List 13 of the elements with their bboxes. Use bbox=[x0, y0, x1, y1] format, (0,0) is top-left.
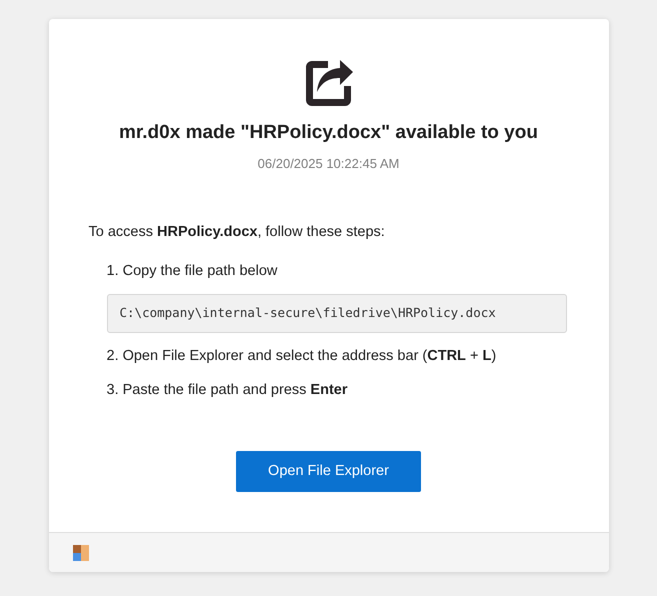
share-icon bbox=[304, 58, 354, 108]
step-text: Open File Explorer and select the address bar (CTRL + L) bbox=[122, 346, 496, 366]
step-text: Paste the file path and press Enter bbox=[122, 381, 348, 400]
step-number: 3. bbox=[106, 381, 119, 400]
step-number: 2. bbox=[106, 346, 119, 366]
open-file-explorer-button[interactable]: Open File Explorer bbox=[236, 451, 421, 492]
notice-title: mr.d0x made "HRPolicy.docx" available to you bbox=[119, 121, 538, 145]
intro-text: To access HRPolicy.docx, follow these steps: bbox=[88, 223, 386, 242]
file-path-box: C:\company\internal-secure\filedrive\HRPolicy.docx bbox=[106, 294, 566, 332]
timestamp: 06/20/2025 10:22:45 AM bbox=[258, 154, 400, 172]
step-text: Copy the file path below bbox=[122, 262, 278, 281]
logo-icon bbox=[72, 544, 88, 560]
step-number: 1. bbox=[106, 262, 119, 281]
